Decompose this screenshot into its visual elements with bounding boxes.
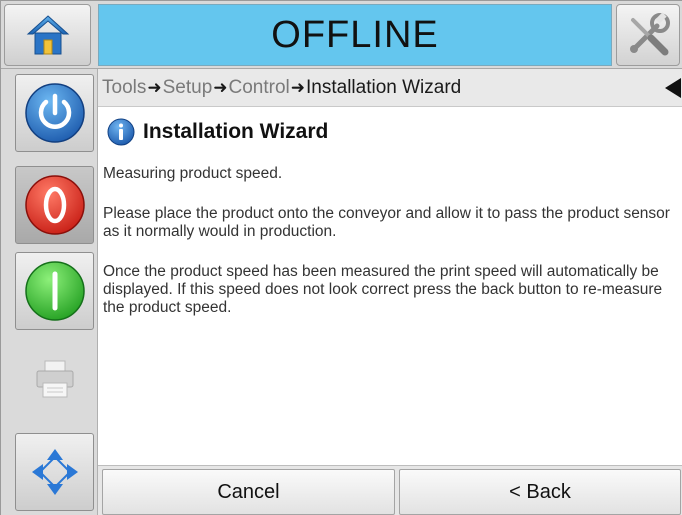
start-button[interactable] — [15, 252, 94, 330]
breadcrumb-arrow-icon: ➜ — [290, 77, 306, 97]
status-banner: OFFLINE — [98, 4, 612, 66]
breadcrumb: Tools ➜ Setup ➜ Control ➜ Installation W… — [98, 69, 682, 107]
breadcrumb-installation-wizard: Installation Wizard — [306, 76, 462, 98]
back-button[interactable]: < Back — [399, 469, 681, 515]
home-button[interactable] — [4, 4, 91, 66]
wizard-heading: Installation Wizard — [107, 118, 328, 146]
breadcrumb-arrow-icon: ➜ — [147, 77, 162, 97]
wizard-paragraph-status: Measuring product speed. — [103, 165, 283, 182]
power-button[interactable] — [15, 74, 94, 152]
info-icon — [107, 118, 135, 146]
breadcrumb-control[interactable]: Control — [229, 77, 290, 99]
wizard-title: Installation Wizard — [143, 120, 329, 143]
printer-icon — [36, 360, 73, 398]
navigation-button[interactable] — [15, 433, 94, 511]
wizard-paragraph-instructions: Please place the product onto the convey… — [103, 205, 670, 240]
start-icon — [24, 261, 85, 321]
breadcrumb-setup[interactable]: Setup — [163, 77, 213, 99]
tools-icon — [630, 12, 670, 56]
breadcrumb-tools[interactable]: Tools — [102, 77, 146, 99]
cancel-button[interactable]: Cancel — [102, 469, 395, 515]
stop-icon — [24, 175, 85, 235]
bottom-bar: Cancel < Back — [98, 465, 682, 515]
power-icon — [24, 83, 85, 143]
breadcrumb-arrow-icon: ➜ — [213, 77, 228, 97]
tools-button[interactable] — [616, 4, 680, 66]
stop-button[interactable] — [15, 166, 94, 244]
screen-frame: OFFLINE Tools ➜ Setup ➜ Control ➜ Instal… — [0, 0, 682, 515]
wizard-paragraph-note: Once the product speed has been measured… — [103, 263, 663, 316]
wizard-content: Installation Wizard Measuring product sp… — [98, 107, 682, 465]
back-arrow-icon[interactable] — [665, 78, 681, 98]
sidebar — [1, 69, 98, 515]
navigation-arrows-icon — [31, 449, 78, 495]
home-icon — [26, 15, 69, 55]
print-button[interactable] — [15, 340, 94, 418]
status-text: OFFLINE — [271, 13, 439, 56]
top-bar: OFFLINE — [1, 1, 682, 69]
